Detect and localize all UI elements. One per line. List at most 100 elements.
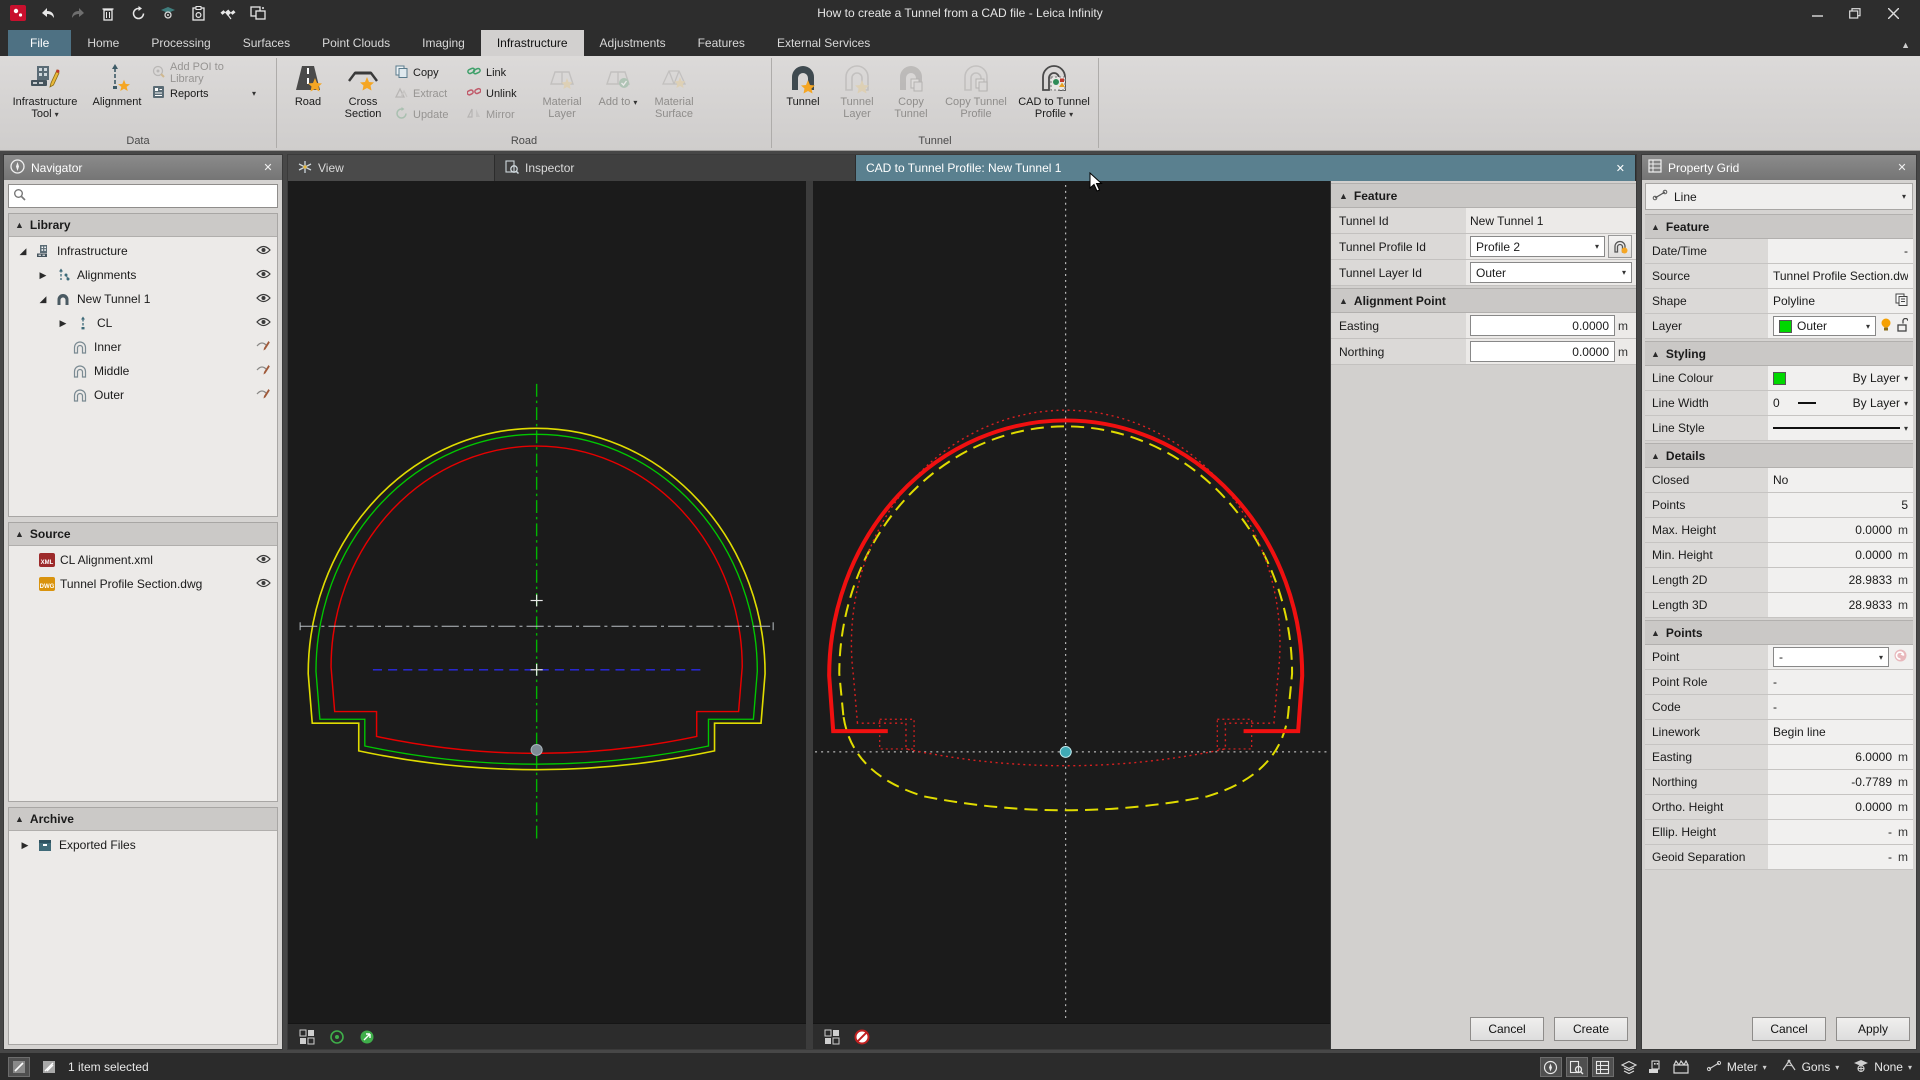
line-width-dropdown[interactable]: 0 By Layer ▾: [1768, 391, 1913, 415]
restore-button[interactable]: [1838, 3, 1872, 23]
tab-features[interactable]: Features: [682, 30, 761, 56]
cancel-pick-icon[interactable]: [853, 1028, 871, 1046]
reports-button[interactable]: Reports ▾: [148, 85, 260, 102]
collapsed-arrow-icon[interactable]: ▶: [37, 270, 49, 281]
copy-geometry-icon[interactable]: [1895, 293, 1908, 309]
viewport-splitter[interactable]: [806, 181, 813, 1049]
layer-visibility-bulb-icon[interactable]: [1880, 317, 1892, 335]
delete-button[interactable]: [98, 4, 118, 22]
collapsed-arrow-icon[interactable]: ▶: [19, 840, 31, 851]
unlink-button[interactable]: Unlink: [463, 85, 533, 102]
angle-unit-dropdown[interactable]: Gons ▾: [1781, 1059, 1840, 1075]
tunnel-layer-button[interactable]: Tunnel Layer: [830, 58, 884, 132]
feature-type-selector[interactable]: Line ▾: [1645, 183, 1913, 210]
tab-surfaces[interactable]: Surfaces: [227, 30, 306, 56]
visibility-eye-icon[interactable]: [256, 244, 271, 258]
pg-section-feature[interactable]: ▲ Feature: [1645, 214, 1913, 239]
navigator-search[interactable]: [8, 184, 278, 208]
window-layout-button[interactable]: [248, 4, 268, 22]
sketch-tool-icon[interactable]: [8, 1057, 30, 1077]
expanded-arrow-icon[interactable]: ◢: [37, 294, 49, 305]
archive-section-header[interactable]: ▲ Archive: [9, 808, 277, 831]
tab-external-services[interactable]: External Services: [761, 30, 886, 56]
tab-infrastructure[interactable]: Infrastructure: [481, 30, 584, 56]
alignment-point-section-header[interactable]: ▲ Alignment Point: [1331, 288, 1636, 313]
animation-toggle-icon[interactable]: [1670, 1057, 1692, 1077]
create-button[interactable]: Create: [1554, 1017, 1628, 1041]
line-style-dropdown[interactable]: ▾: [1768, 416, 1913, 440]
visibility-eye-icon[interactable]: [256, 292, 271, 306]
visibility-eye-icon[interactable]: [256, 316, 271, 330]
tunnel-button[interactable]: Tunnel: [776, 58, 830, 132]
tree-item-cl[interactable]: ▶ CL: [9, 311, 277, 335]
copy-tunnel-button[interactable]: Copy Tunnel: [884, 58, 938, 132]
infrastructure-toggle-icon[interactable]: [1644, 1057, 1666, 1077]
doc-tab-inspector[interactable]: Inspector: [495, 155, 856, 181]
visibility-eye-icon[interactable]: [256, 553, 271, 567]
pg-section-points[interactable]: ▲ Points: [1645, 620, 1913, 645]
pg-section-details[interactable]: ▲ Details: [1645, 443, 1913, 468]
easting-input[interactable]: 0.0000: [1470, 315, 1615, 336]
visibility-eye-icon[interactable]: [256, 268, 271, 282]
distance-unit-dropdown[interactable]: Meter ▾: [1706, 1060, 1767, 1075]
tab-processing[interactable]: Processing: [135, 30, 226, 56]
new-profile-button[interactable]: [1608, 235, 1632, 258]
close-icon[interactable]: ✕: [260, 161, 276, 174]
zoom-extents-icon[interactable]: [328, 1028, 346, 1046]
northing-input[interactable]: 0.0000: [1470, 341, 1615, 362]
close-icon[interactable]: ✕: [1616, 162, 1625, 175]
close-icon[interactable]: ✕: [1894, 161, 1910, 174]
cad-to-tunnel-profile-button[interactable]: CAD to Tunnel Profile ▾: [1014, 58, 1094, 132]
source-section-header[interactable]: ▲ Source: [9, 523, 277, 546]
copy-tunnel-profile-button[interactable]: Copy Tunnel Profile: [938, 58, 1014, 132]
cad-profile-viewport[interactable]: [813, 181, 1331, 1049]
visibility-pen-icon[interactable]: [256, 388, 271, 402]
redo-button[interactable]: [68, 4, 88, 22]
material-surface-button[interactable]: Material Surface: [645, 58, 703, 132]
gnss-satellite-button[interactable]: [218, 4, 238, 22]
search-input[interactable]: [30, 188, 273, 204]
inspector-toggle-icon[interactable]: [1566, 1057, 1588, 1077]
measure-tool-icon[interactable]: [38, 1057, 60, 1077]
tab-point-clouds[interactable]: Point Clouds: [306, 30, 406, 56]
tab-file[interactable]: File: [8, 30, 71, 56]
road-button[interactable]: Road: [281, 58, 335, 132]
view-viewport[interactable]: [288, 181, 806, 1049]
collapsed-arrow-icon[interactable]: ▶: [57, 318, 69, 329]
undo-button[interactable]: [38, 4, 58, 22]
minimize-button[interactable]: [1800, 3, 1834, 23]
pg-section-styling[interactable]: ▲ Styling: [1645, 341, 1913, 366]
update-button[interactable]: Update: [391, 106, 463, 123]
coordinate-system-dropdown[interactable]: None ▾: [1853, 1059, 1912, 1076]
tunnel-profile-dropdown[interactable]: Profile 2 ▾: [1470, 236, 1605, 257]
feature-section-header[interactable]: ▲ Feature: [1331, 183, 1636, 208]
source-file-xml[interactable]: XML CL Alignment.xml: [9, 548, 277, 572]
visibility-eye-icon[interactable]: [256, 577, 271, 591]
tree-item-alignments[interactable]: ▶ Alignments: [9, 263, 277, 287]
tree-item-new-tunnel-1[interactable]: ◢ New Tunnel 1: [9, 287, 277, 311]
property-grid-toggle-icon[interactable]: [1592, 1057, 1614, 1077]
doc-tab-view[interactable]: View: [288, 155, 495, 181]
tree-item-exported-files[interactable]: ▶ Exported Files: [9, 833, 277, 857]
tab-home[interactable]: Home: [71, 30, 135, 56]
alignment-button[interactable]: Alignment: [86, 58, 148, 132]
visibility-pen-icon[interactable]: [256, 364, 271, 378]
layer-unlock-icon[interactable]: [1896, 318, 1908, 335]
extract-button[interactable]: Extract: [391, 85, 463, 102]
tunnel-layer-dropdown[interactable]: Outer ▾: [1470, 262, 1632, 283]
link-button[interactable]: Link: [463, 64, 533, 81]
add-poi-to-library-button[interactable]: Add POI to Library: [148, 64, 264, 81]
grid-toggle-icon[interactable]: [823, 1028, 841, 1046]
tab-imaging[interactable]: Imaging: [406, 30, 481, 56]
copy-button[interactable]: Copy: [391, 64, 463, 81]
tab-adjustments[interactable]: Adjustments: [584, 30, 682, 56]
tree-item-middle[interactable]: Middle: [9, 359, 277, 383]
visibility-pen-icon[interactable]: [256, 340, 271, 354]
add-to-button[interactable]: Add to ▾: [591, 58, 645, 132]
close-button[interactable]: [1876, 3, 1910, 23]
capture-button[interactable]: [158, 4, 178, 22]
clipboard-import-button[interactable]: [188, 4, 208, 22]
infrastructure-tool-button[interactable]: Infrastructure Tool ▾: [4, 58, 86, 132]
library-section-header[interactable]: ▲ Library: [9, 214, 277, 237]
grid-toggle-icon[interactable]: [298, 1028, 316, 1046]
